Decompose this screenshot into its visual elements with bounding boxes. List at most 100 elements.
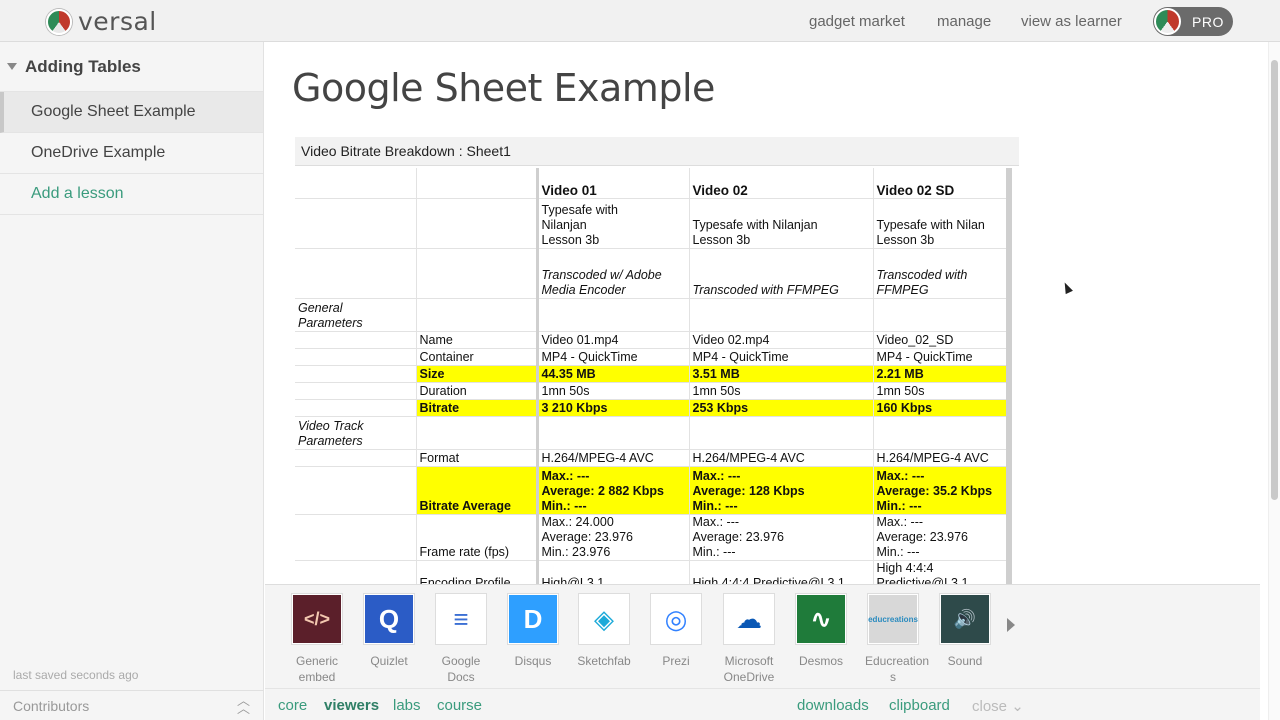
- table-cell: Container: [416, 348, 539, 366]
- gadget-label: Sound: [947, 654, 983, 668]
- table-cell: Encoding Profile: [416, 560, 539, 584]
- table-row: Video Track Parameters: [295, 416, 1012, 450]
- gadget-icon-frame: ◎: [650, 593, 702, 645]
- sketchfab-icon: ◈: [580, 595, 628, 643]
- table-header-row: Video 01 Video 02 Video 02 SD: [295, 168, 1012, 199]
- table-cell: [295, 248, 417, 299]
- table-cell: Transcoded with FFMPEG: [873, 248, 1012, 299]
- table-cell: 1mn 50s: [873, 382, 1012, 400]
- code-icon: </>: [293, 595, 341, 643]
- table-cell: 3 210 Kbps: [537, 399, 690, 417]
- gadget-sound[interactable]: 🔊 Sound: [937, 593, 993, 669]
- table-cell: Frame rate (fps): [416, 514, 539, 561]
- collapse-triangle-icon[interactable]: [7, 63, 17, 70]
- gadget-icon-frame: ◈: [578, 593, 630, 645]
- table-cell: H.264/MPEG-4 AVC: [689, 449, 874, 467]
- clipboard-link[interactable]: clipboard: [889, 697, 950, 714]
- tab-labs[interactable]: labs: [393, 697, 421, 714]
- table-cell: MP4 - QuickTime: [873, 348, 1012, 366]
- spreadsheet-table: Video 01 Video 02 Video 02 SD Typesafe with…: [295, 168, 1012, 584]
- sidebar-section-header[interactable]: Adding Tables: [0, 42, 263, 92]
- gadget-icon-frame: </>: [291, 593, 343, 645]
- page-title[interactable]: Google Sheet Example: [292, 66, 715, 110]
- gadget-label: Quizlet: [370, 654, 408, 668]
- gadget-icon-frame: ∿: [795, 593, 847, 645]
- table-row: Format H.264/MPEG-4 AVC H.264/MPEG-4 AVC H.…: [295, 449, 1012, 467]
- gadget-label: Prezi: [662, 654, 690, 668]
- add-lesson-label: Add a lesson: [31, 185, 124, 202]
- google-docs-icon: ≡: [437, 595, 485, 643]
- pro-account-button[interactable]: PRO: [1153, 7, 1233, 36]
- gadget-educreations[interactable]: educreations Educreation s: [865, 593, 929, 685]
- last-saved-status: last saved seconds ago: [13, 668, 139, 682]
- gadget-code[interactable]: </> Generic embed: [289, 593, 345, 685]
- close-tray-button[interactable]: close ⌄: [972, 697, 1024, 715]
- table-cell: H.264/MPEG-4 AVC: [873, 449, 1012, 467]
- table-cell: Name: [416, 331, 539, 349]
- table-cell: Transcoded with FFMPEG: [689, 248, 874, 299]
- chevron-down-icon: ⌄: [1011, 698, 1024, 715]
- pro-label: PRO: [1192, 13, 1224, 30]
- table-cell: Transcoded w/ Adobe Media Encoder: [537, 248, 690, 299]
- downloads-link[interactable]: downloads: [797, 697, 869, 714]
- table-cell: [295, 348, 417, 366]
- table-header-cell: Video 01: [537, 168, 690, 199]
- nav-gadget-market[interactable]: gadget market: [809, 0, 905, 42]
- table-header-cell: [416, 168, 539, 199]
- versal-logo[interactable]: versal: [46, 7, 157, 36]
- table-cell: Typesafe with Nilanjan Lesson 3b: [537, 198, 690, 249]
- educreations-icon: educreations: [868, 595, 918, 643]
- sidebar-item-label: Google Sheet Example: [31, 103, 196, 120]
- lesson-canvas: Google Sheet Example Video Bitrate Break…: [265, 42, 1260, 584]
- table-cell: [689, 416, 874, 450]
- table-cell: MP4 - QuickTime: [537, 348, 690, 366]
- nav-view-as-learner[interactable]: view as learner: [1021, 0, 1122, 42]
- contributors-toggle[interactable]: Contributors ︿ ︿: [0, 690, 264, 720]
- table-cell: Duration: [416, 382, 539, 400]
- gadget-prezi[interactable]: ◎ Prezi: [648, 593, 704, 669]
- table-cell: [295, 198, 417, 249]
- tray-next-arrow-icon[interactable]: [1007, 618, 1015, 632]
- table-cell: 1mn 50s: [537, 382, 690, 400]
- table-cell: [416, 298, 539, 332]
- scrollbar-thumb[interactable]: [1271, 60, 1278, 500]
- table-cell: 2.21 MB: [873, 365, 1012, 383]
- gadget-label: Generic embed: [295, 654, 339, 684]
- table-cell: High@L3.1: [537, 560, 690, 584]
- gadget-google-docs[interactable]: ≡ Google Docs: [433, 593, 489, 685]
- sidebar-item-onedrive-example[interactable]: OneDrive Example: [0, 133, 263, 174]
- table-row: Duration 1mn 50s 1mn 50s 1mn 50s: [295, 382, 1012, 400]
- table-header-cell: [295, 168, 417, 199]
- tab-core[interactable]: core: [278, 697, 307, 714]
- add-lesson-link[interactable]: Add a lesson: [0, 174, 263, 215]
- sidebar-item-google-sheet-example[interactable]: Google Sheet Example: [0, 92, 263, 133]
- gadget-icon-frame: 🔊: [939, 593, 991, 645]
- table-cell: [537, 298, 690, 332]
- table-cell: Video 01.mp4: [537, 331, 690, 349]
- gadget-onedrive[interactable]: ☁ Microsoft OneDrive: [721, 593, 777, 685]
- tab-course[interactable]: course: [437, 697, 482, 714]
- gadget-label: Microsoft OneDrive: [723, 654, 775, 684]
- disqus-icon: D: [509, 595, 557, 643]
- gadget-label: Desmos: [798, 654, 843, 668]
- table-cell: [295, 399, 417, 417]
- table-cell: 253 Kbps: [689, 399, 874, 417]
- table-row: Frame rate (fps) Max.: 24.000 Average: 23…: [295, 514, 1012, 561]
- table-cell: General Parameters: [295, 298, 417, 332]
- gadget-category-bar: core viewers labs course downloads clipb…: [265, 688, 1260, 720]
- table-cell: [295, 514, 417, 561]
- prezi-icon: ◎: [652, 595, 700, 643]
- logo-text: versal: [78, 7, 157, 36]
- table-cell: [416, 248, 539, 299]
- tab-viewers[interactable]: viewers: [324, 697, 379, 714]
- gadget-disqus[interactable]: D Disqus: [505, 593, 561, 669]
- table-cell: [295, 331, 417, 349]
- onedrive-icon: ☁: [725, 595, 773, 643]
- gadget-desmos[interactable]: ∿ Desmos: [793, 593, 849, 669]
- table-cell: [689, 298, 874, 332]
- gadget-quizlet[interactable]: Q Quizlet: [361, 593, 417, 669]
- sheet-title: Video Bitrate Breakdown : Sheet1: [295, 137, 1019, 166]
- gadget-sketchfab[interactable]: ◈ Sketchfab: [576, 593, 632, 669]
- sound-icon: 🔊: [941, 595, 989, 643]
- nav-manage[interactable]: manage: [937, 0, 991, 42]
